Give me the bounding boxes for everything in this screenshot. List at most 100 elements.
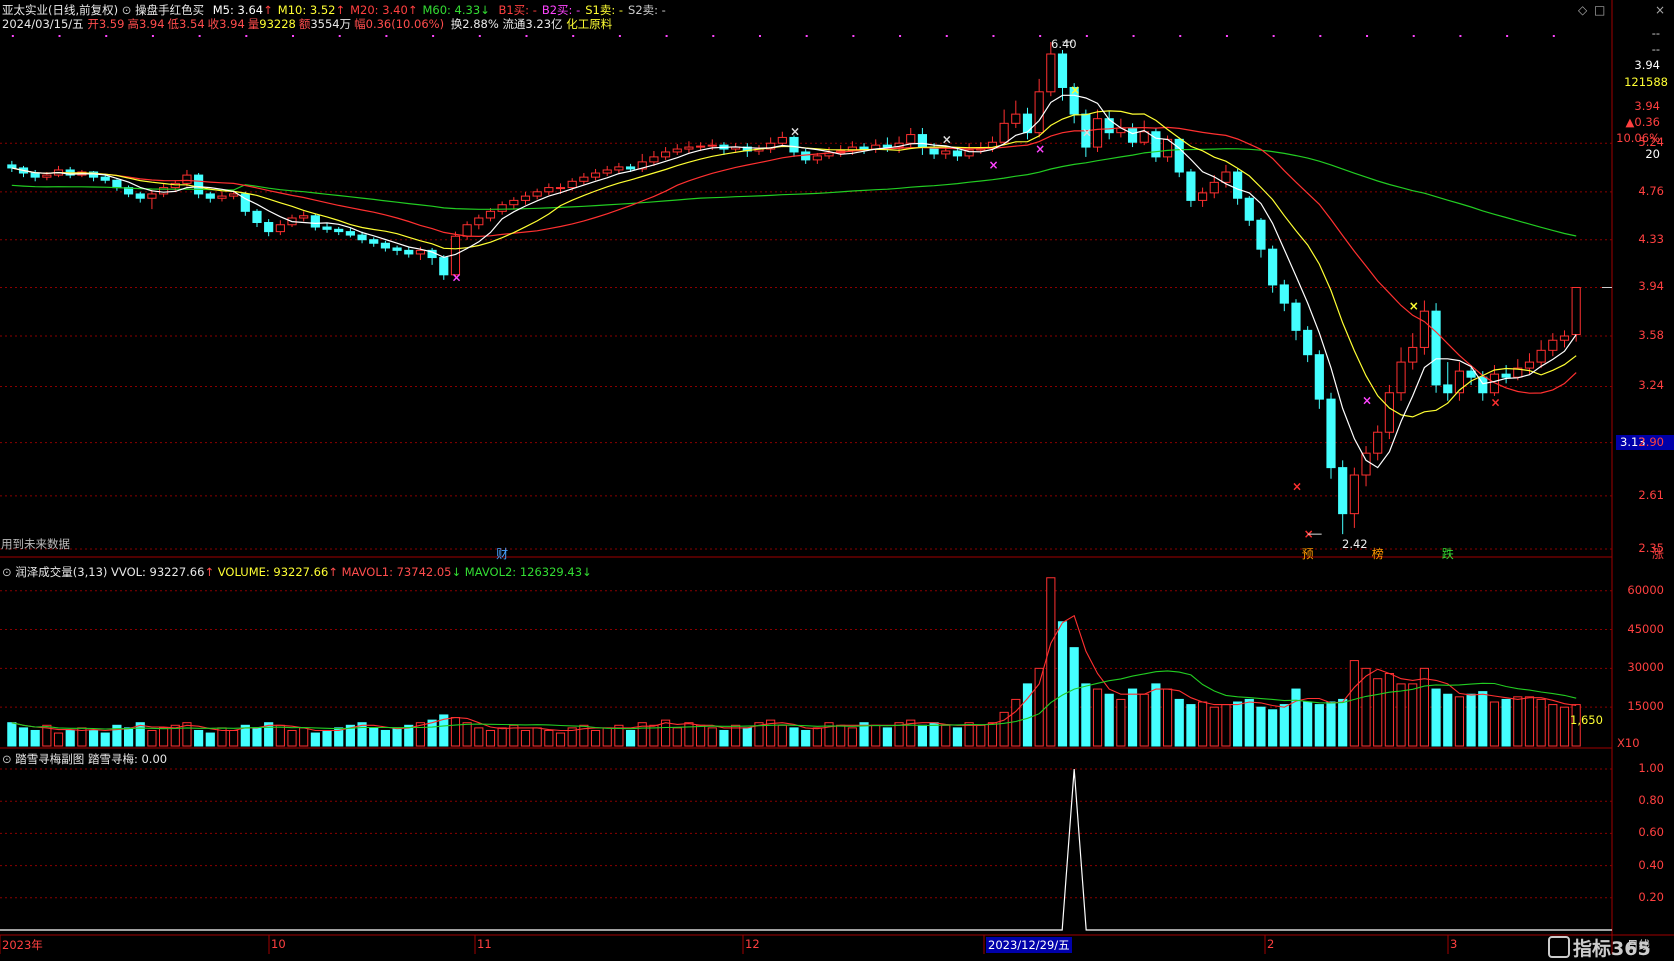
close-icon[interactable]: × <box>1655 3 1665 17</box>
volume-bar <box>100 732 110 747</box>
volume-bar <box>941 724 951 747</box>
volume-bar <box>485 729 496 747</box>
ma-arrow-1: ↑ <box>335 3 346 17</box>
event-marker-1[interactable]: 预 <box>1302 545 1314 562</box>
sub-indicator-value: 踏雪寻梅: 0.00 <box>87 752 168 766</box>
volume-bar <box>1151 683 1161 747</box>
top-dot-marker <box>1225 35 1228 37</box>
stock-title[interactable]: 亚太实业(日线,前复权) <box>2 3 118 17</box>
candle-body <box>602 169 612 174</box>
top-dot-marker <box>432 35 435 37</box>
signal-legend-3: S2卖: - <box>628 3 666 17</box>
volume-bar <box>1373 678 1383 747</box>
time-tick-3: 12 <box>745 937 760 951</box>
candle-body <box>520 195 531 201</box>
restore-window-icon[interactable]: □ <box>1594 3 1605 17</box>
formula-icon[interactable]: ⊙ <box>122 3 132 17</box>
ma60-line <box>11 148 1577 237</box>
candle-body <box>380 242 390 249</box>
volume-bar <box>1104 693 1114 747</box>
candle-body <box>1396 361 1406 394</box>
top-dot-marker <box>572 35 575 37</box>
volume-bar <box>987 722 998 747</box>
volume-bar <box>1233 701 1243 747</box>
sub-tick-3: 0.40 <box>1638 857 1664 872</box>
volume-bar <box>625 729 636 747</box>
volume-bar <box>427 719 437 747</box>
candle-body <box>707 144 717 147</box>
candle-body <box>1209 181 1219 194</box>
volume-bar <box>1022 683 1033 747</box>
volume-bar <box>497 727 507 747</box>
volume-bar <box>590 729 601 747</box>
price-tick-7: 2.61 <box>1638 487 1664 502</box>
top-dot-marker <box>198 35 201 37</box>
industry-link[interactable]: 化工原料 <box>566 17 612 31</box>
quote-value-6: 0.36(10.06%) <box>365 17 445 31</box>
candle-body <box>1174 138 1184 173</box>
formula-name[interactable]: 操盘手红色买 <box>135 3 204 17</box>
top-dot-marker <box>1319 35 1322 37</box>
candle-body <box>1046 53 1056 93</box>
volume-bar <box>275 724 285 747</box>
candle-body <box>649 156 659 163</box>
ma-legend-0: M5: 3.64 <box>212 3 264 17</box>
volume-bar <box>1501 698 1511 747</box>
volume-bar <box>1349 660 1359 747</box>
event-marker-2[interactable]: 榜 <box>1372 545 1384 562</box>
candle-body <box>1326 398 1336 469</box>
volume-bar <box>1454 696 1465 747</box>
event-marker-4[interactable]: 涨 <box>1652 545 1664 562</box>
ma-legend-2: M20: 3.40 <box>350 3 408 17</box>
volume-panel-icon[interactable]: ⊙ <box>2 565 12 579</box>
event-marker-0[interactable]: 财 <box>496 545 508 562</box>
candle-body <box>1244 197 1254 221</box>
buy-signal-marker: × <box>1035 142 1045 156</box>
volume-bar <box>1419 667 1429 747</box>
volume-bar <box>229 729 239 747</box>
volume-bar <box>53 732 64 747</box>
volume-bar <box>450 717 461 747</box>
info-volume: 121588 <box>1624 75 1668 89</box>
candle-body <box>1198 192 1208 201</box>
volume-bar <box>1046 577 1056 747</box>
candle-body <box>1139 131 1149 143</box>
quote-date: 2024/03/15/五 <box>2 17 84 31</box>
volume-panel-header: ⊙ 润泽成交量(3,13) VVOL: 93227.66↑ VOLUME: 93… <box>2 565 592 579</box>
signal-legend-2: S1卖: - <box>585 3 624 17</box>
volume-indicator-name[interactable]: 润泽成交量(3,13) <box>15 565 107 579</box>
ma-legend: M5: 3.64↑ M10: 3.52↑ M20: 3.40↑ M60: 4.33↓ <box>208 3 490 17</box>
top-dot-marker <box>385 35 388 37</box>
top-dot-marker <box>805 35 808 37</box>
candle-body <box>555 187 566 190</box>
candle-body <box>1536 349 1546 363</box>
sell-signal-marker: × <box>1070 83 1080 97</box>
candle-body <box>1361 452 1371 476</box>
volume-bar <box>812 727 822 747</box>
event-marker-3[interactable]: 跌 <box>1442 545 1454 562</box>
volume-bar <box>30 729 40 747</box>
sub-indicator-name[interactable]: 踏雪寻梅副图 <box>15 752 84 766</box>
volume-bar <box>1559 706 1570 747</box>
volume-bar <box>205 732 215 747</box>
ma-legend-3: M60: 4.33 <box>422 3 481 17</box>
brand-text: 指标365 <box>1573 938 1651 960</box>
top-dot-marker <box>712 35 715 37</box>
volume-bar <box>976 724 986 747</box>
top-dot-marker <box>1085 35 1088 37</box>
candle-body <box>310 215 320 228</box>
time-tick-0: 2023年 <box>2 938 43 952</box>
volume-bar <box>1081 683 1091 747</box>
volume-bar <box>894 722 904 747</box>
candle-body <box>859 146 869 150</box>
top-dot-marker <box>11 35 14 37</box>
diamond-icon[interactable]: ◇ <box>1578 3 1587 17</box>
candle-body <box>322 226 332 230</box>
volume-bar <box>929 722 939 747</box>
top-dot-marker <box>1272 35 1275 37</box>
volume-bar <box>1092 688 1103 747</box>
volume-bar <box>1279 704 1289 747</box>
candle-body <box>614 166 624 171</box>
candle-body <box>147 193 157 199</box>
sub-panel-icon[interactable]: ⊙ <box>2 752 12 766</box>
